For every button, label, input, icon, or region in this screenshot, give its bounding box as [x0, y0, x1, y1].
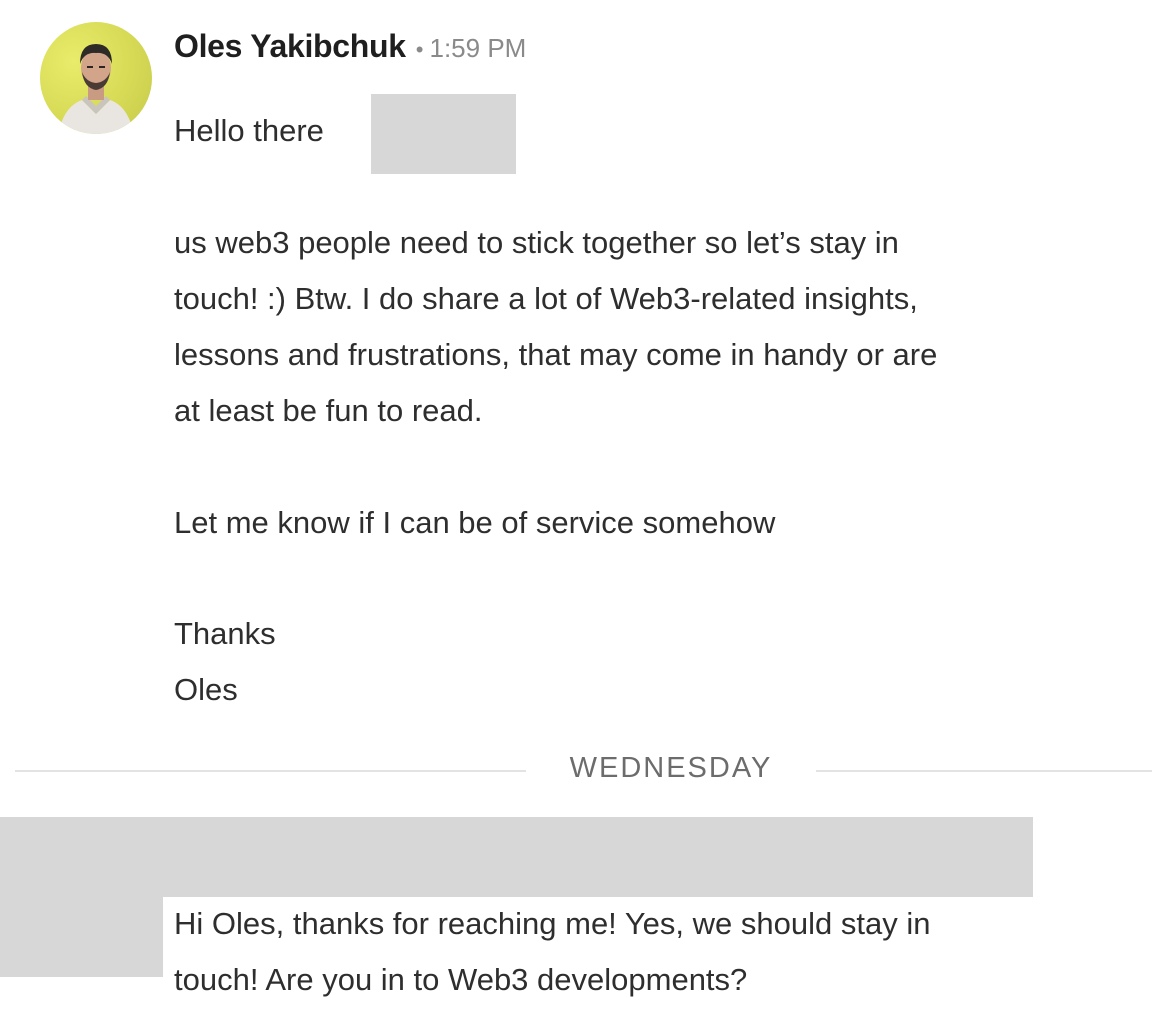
- message-paragraph-line: at least be fun to read.: [174, 393, 483, 428]
- sender-avatar[interactable]: [40, 22, 152, 134]
- message-timestamp: 1:59 PM: [429, 33, 527, 63]
- reply-message-line: touch! Are you in to Web3 developments?: [174, 962, 748, 997]
- message-greeting: Hello there: [174, 113, 324, 148]
- conversation-thread: Oles Yakibchuk • 1:59 PM Hello there us …: [0, 0, 1152, 1032]
- reply-message-line: Hi Oles, thanks for reaching me! Yes, we…: [174, 906, 931, 941]
- redacted-reply-header: [0, 817, 1033, 897]
- message-signature: Oles: [174, 672, 238, 707]
- redacted-reply-avatar: [0, 897, 163, 977]
- message-paragraph-line: lessons and frustrations, that may come …: [174, 337, 938, 372]
- divider-line-left: [15, 770, 526, 772]
- message-service-line: Let me know if I can be of service someh…: [174, 505, 776, 540]
- header-separator: •: [415, 37, 424, 62]
- divider-line-right: [816, 770, 1152, 772]
- message-paragraph-line: us web3 people need to stick together so…: [174, 225, 899, 260]
- day-divider-label: WEDNESDAY: [569, 752, 773, 784]
- sender-name[interactable]: Oles Yakibchuk: [174, 28, 406, 65]
- message-header: Oles Yakibchuk • 1:59 PM: [174, 28, 526, 72]
- message-sign-off: Thanks: [174, 616, 276, 651]
- redacted-recipient-name: [371, 94, 516, 174]
- message-paragraph-line: touch! :) Btw. I do share a lot of Web3-…: [174, 281, 918, 316]
- person-portrait-icon: [58, 44, 134, 134]
